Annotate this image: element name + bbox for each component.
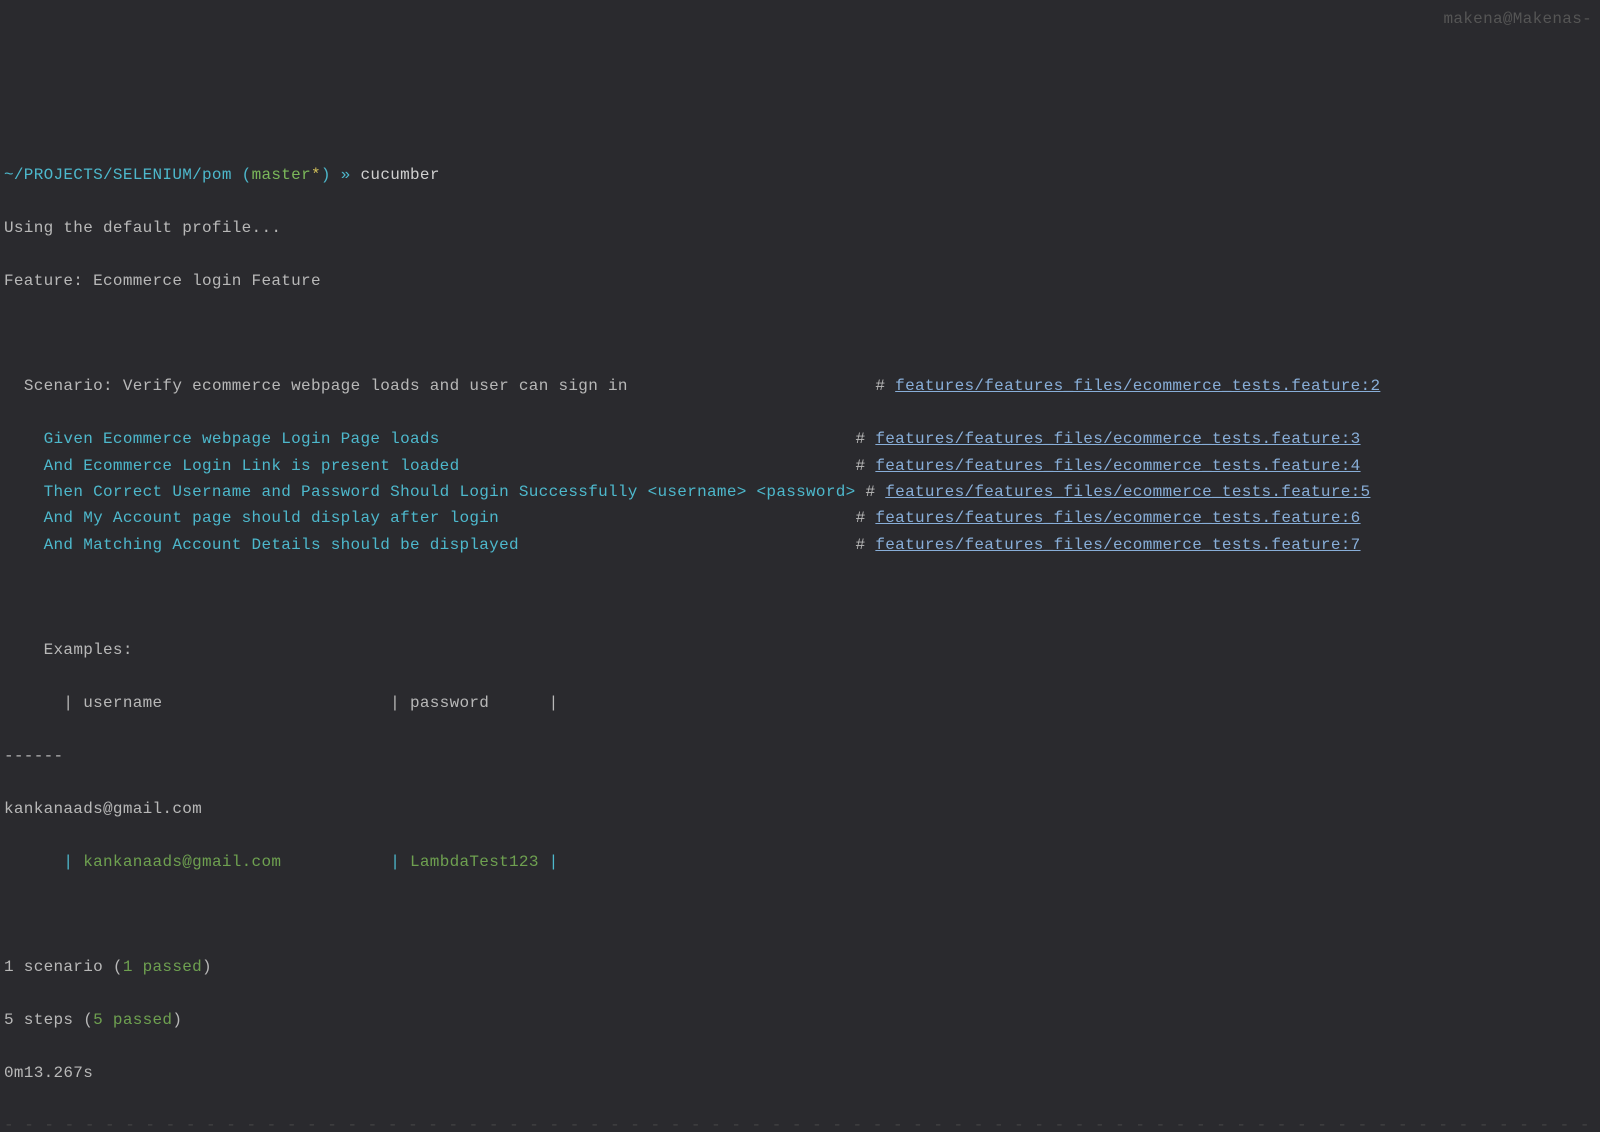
step-line: And My Account page should display after… [4, 505, 1596, 531]
prompt-arrow: » [331, 166, 361, 184]
scenario-indent [4, 377, 24, 395]
step-line: And Matching Account Details should be d… [4, 532, 1596, 558]
examples-label: Examples: [4, 637, 1596, 663]
example-row: | kankanaads@gmail.com | LambdaTest123 | [4, 849, 1596, 875]
step-line: Then Correct Username and Password Shoul… [4, 479, 1596, 505]
branch-name: master [252, 166, 311, 184]
separator-line: - - - - - - - - - - - - - - - - - - - - … [4, 1112, 1596, 1132]
feature-line: Feature: Ecommerce login Feature [4, 268, 1596, 294]
hash-icon: # [865, 483, 885, 501]
steps-summary: 5 steps (5 passed) [4, 1007, 1596, 1033]
row-username: kankanaads@gmail.com [73, 853, 390, 871]
command-text: cucumber [361, 166, 440, 184]
hash-icon: # [856, 457, 876, 475]
row-password: LambdaTest123 [400, 853, 549, 871]
hash-icon: # [875, 377, 895, 395]
feature-link[interactable]: features/features_files/ecommerce_tests.… [875, 457, 1360, 475]
host-label: makena@Makenas- [1443, 6, 1592, 32]
examples-header: | username | password | [4, 690, 1596, 716]
pipe-icon: | [390, 853, 400, 871]
hash-icon: # [856, 536, 876, 554]
scenario-text: Scenario: Verify ecommerce webpage loads… [24, 377, 628, 395]
prompt-line: ~/PROJECTS/SELENIUM/pom (master*) » cucu… [4, 162, 1596, 188]
step-line: Given Ecommerce webpage Login Page loads… [4, 426, 1596, 452]
step-line: And Ecommerce Login Link is present load… [4, 453, 1596, 479]
prompt-path: ~/PROJECTS/SELENIUM/pom [4, 166, 232, 184]
branch-open: ( [232, 166, 252, 184]
hash-icon: # [856, 509, 876, 527]
feature-link[interactable]: features/features_files/ecommerce_tests.… [875, 509, 1360, 527]
passed-count: 5 passed [93, 1011, 172, 1029]
step-text: And Matching Account Details should be d… [44, 536, 519, 554]
feature-link[interactable]: features/features_files/ecommerce_tests.… [875, 536, 1360, 554]
branch-close: ) [321, 166, 331, 184]
pipe-icon: | [63, 853, 73, 871]
blank-line [4, 901, 1596, 927]
hash-icon: # [856, 430, 876, 448]
pipe-icon: | [549, 853, 559, 871]
profile-line: Using the default profile... [4, 215, 1596, 241]
step-text: And Ecommerce Login Link is present load… [44, 457, 460, 475]
branch-star: * [311, 166, 321, 184]
feature-link[interactable]: features/features_files/ecommerce_tests.… [885, 483, 1370, 501]
scenario-summary: 1 scenario (1 passed) [4, 954, 1596, 980]
dash-line: ------ [4, 743, 1596, 769]
feature-link[interactable]: features/features_files/ecommerce_tests.… [875, 430, 1360, 448]
scenario-pad [628, 377, 876, 395]
blank-line [4, 321, 1596, 347]
scenario-line: Scenario: Verify ecommerce webpage loads… [4, 373, 1596, 399]
email-line: kankanaads@gmail.com [4, 796, 1596, 822]
blank-line [4, 585, 1596, 611]
step-text: And My Account page should display after… [44, 509, 499, 527]
passed-count: 1 passed [123, 958, 202, 976]
step-text: Given Ecommerce webpage Login Page loads [44, 430, 440, 448]
time-line: 0m13.267s [4, 1060, 1596, 1086]
feature-link[interactable]: features/features_files/ecommerce_tests.… [895, 377, 1380, 395]
step-text: Then Correct Username and Password Shoul… [44, 483, 856, 501]
